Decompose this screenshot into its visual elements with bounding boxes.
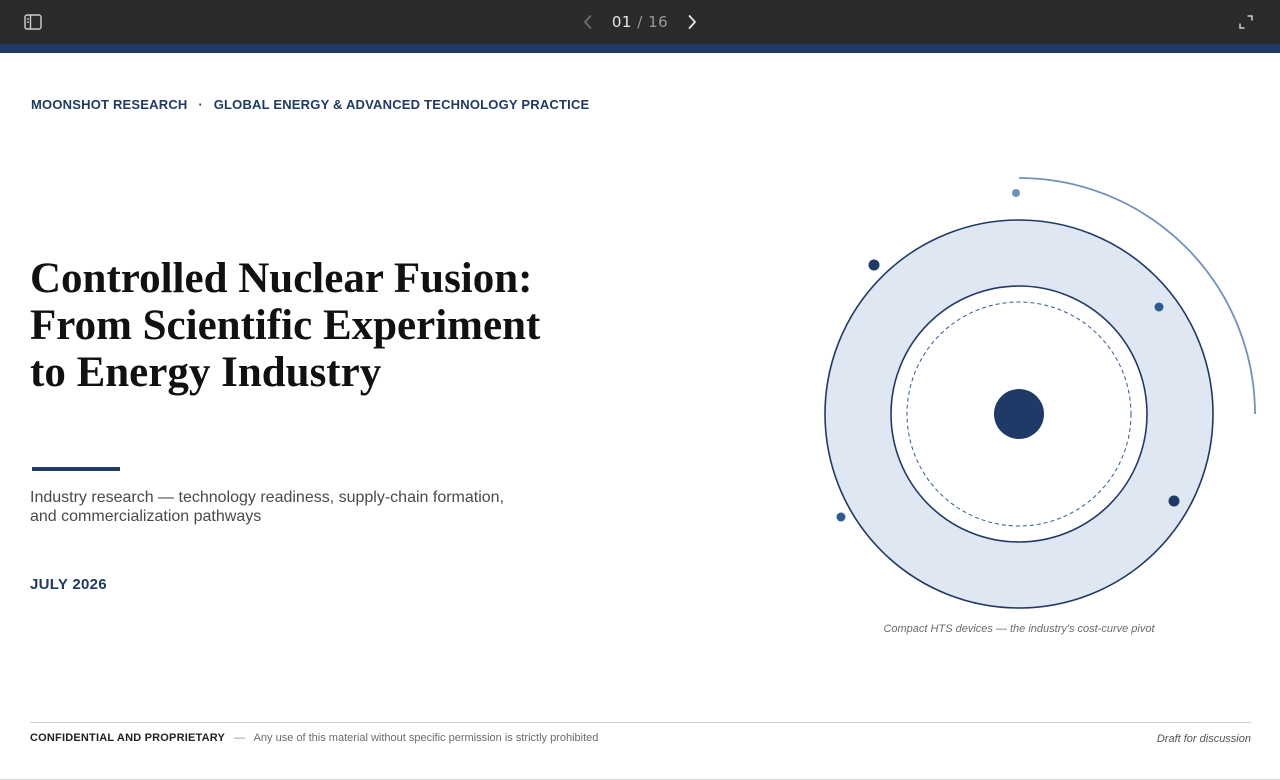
- eyebrow-org: MOONSHOT RESEARCH: [31, 97, 188, 112]
- page-indicator: 01 / 16: [612, 13, 668, 31]
- draft-label: Draft for discussion: [1156, 733, 1251, 745]
- total-page-count: 16: [648, 13, 669, 31]
- chevron-right-icon: [688, 15, 697, 29]
- viewer-toolbar: 01 / 16: [0, 0, 1280, 44]
- usage-notice: Any use of this material without specifi…: [253, 732, 599, 744]
- page-navigation: 01 / 16: [0, 0, 1280, 44]
- eyebrow-header: MOONSHOT RESEARCH · GLOBAL ENERGY & ADVA…: [31, 97, 589, 112]
- title-line-3: to Energy Industry: [30, 349, 382, 396]
- title-divider-rule: [32, 467, 120, 471]
- confidential-label: CONFIDENTIAL AND PROPRIETARY: [30, 732, 226, 744]
- title-line-2: From Scientific Experiment: [30, 302, 541, 349]
- footer-confidentiality-notice: CONFIDENTIAL AND PROPRIETARY — Any use o…: [30, 732, 598, 744]
- slide-top-accent-bar: [0, 44, 1280, 53]
- figure-caption: Compact HTS devices — the industry's cos…: [883, 623, 1155, 635]
- eyebrow-practice: GLOBAL ENERGY & ADVANCED TECHNOLOGY PRAC…: [213, 97, 590, 112]
- footer-divider: [30, 722, 1251, 723]
- subtitle-line-2: and commercialization pathways: [30, 508, 262, 525]
- slide-canvas: MOONSHOT RESEARCH · GLOBAL ENERGY & ADVA…: [0, 53, 1280, 780]
- previous-page-button[interactable]: [576, 10, 600, 34]
- orbit-particle: [1168, 495, 1180, 507]
- page-separator: /: [637, 13, 643, 31]
- publication-date: JULY 2026: [30, 576, 107, 593]
- slide-title: Controlled Nuclear Fusion: From Scientif…: [30, 255, 650, 396]
- subtitle-line-1: Industry research — technology readiness…: [30, 489, 505, 506]
- slide-subtitle: Industry research — technology readiness…: [30, 488, 590, 526]
- footer-dash: —: [234, 732, 246, 744]
- device-graphic: [824, 177, 1256, 609]
- orbit-particle: [836, 512, 846, 522]
- orbit-particle: [868, 259, 880, 271]
- fusion-device-illustration: [824, 177, 1256, 609]
- eyebrow-separator: ·: [198, 97, 203, 112]
- fullscreen-button[interactable]: [1236, 12, 1256, 32]
- sidebar-toggle-icon: [24, 14, 42, 30]
- orbit-particle: [1012, 189, 1020, 197]
- current-page-number: 01: [611, 13, 632, 31]
- title-line-1: Controlled Nuclear Fusion:: [30, 255, 533, 302]
- chevron-left-icon: [583, 15, 592, 29]
- fullscreen-icon: [1239, 15, 1253, 29]
- next-page-button[interactable]: [680, 10, 704, 34]
- plasma-core: [994, 389, 1044, 439]
- sidebar-toggle-button[interactable]: [22, 12, 44, 32]
- orbit-particle: [1154, 302, 1164, 312]
